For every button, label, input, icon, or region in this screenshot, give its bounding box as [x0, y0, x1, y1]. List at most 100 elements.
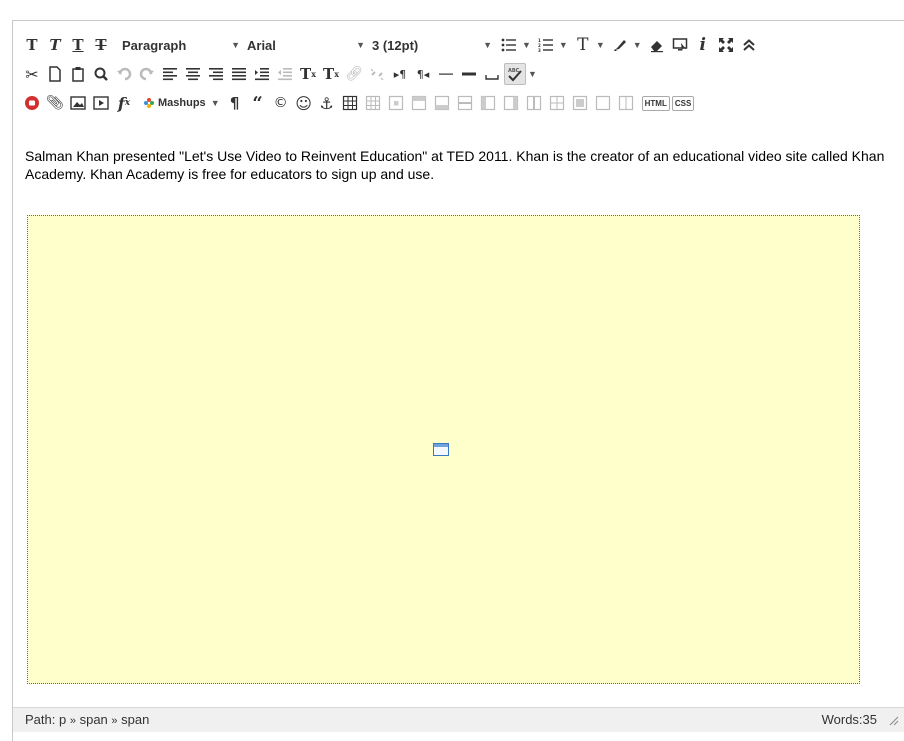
- subscript-icon[interactable]: Tx: [320, 63, 342, 85]
- status-bar: Path: p » span » span Words:35: [13, 707, 904, 732]
- anchor-icon[interactable]: ⚓: [316, 92, 338, 114]
- font-size-select[interactable]: 3 (12pt) ▼: [371, 33, 493, 57]
- toolbar-row-2: ✂ T x T x 🔗︎ ▸¶ ¶◂ ABC ▼: [21, 60, 893, 88]
- cell-box-icon[interactable]: [592, 92, 614, 114]
- unlink-icon[interactable]: [366, 63, 388, 85]
- undo-icon[interactable]: [113, 63, 135, 85]
- row-after-icon[interactable]: [431, 92, 453, 114]
- insert-image-icon[interactable]: [67, 92, 89, 114]
- collapse-toolbar-icon[interactable]: [738, 34, 760, 56]
- css-button[interactable]: CSS: [671, 95, 695, 111]
- font-size-value: 3 (12pt): [372, 37, 419, 53]
- indent-icon[interactable]: [251, 63, 273, 85]
- word-count-label: Words:: [821, 712, 863, 727]
- path-item-p[interactable]: p: [59, 712, 66, 727]
- superscript-icon[interactable]: Tx: [297, 63, 319, 85]
- font-family-select[interactable]: Arial ▼: [246, 33, 366, 57]
- cell-props-icon[interactable]: [385, 92, 407, 114]
- text-color-icon: T: [577, 35, 589, 55]
- link-icon[interactable]: 🔗︎: [343, 63, 365, 85]
- numbered-list-button[interactable]: 123 ▼: [535, 34, 568, 56]
- rich-text-editor: T T T T Paragraph ▼ Arial ▼ 3 (12pt) ▼ ▼: [12, 20, 904, 741]
- outdent-icon[interactable]: [274, 63, 296, 85]
- mashups-button[interactable]: Mashups ▼: [140, 92, 220, 114]
- text-color-button[interactable]: T ▼: [572, 34, 605, 56]
- editor-content[interactable]: Salman Khan presented "Let's Use Video t…: [25, 147, 885, 183]
- chevron-down-icon[interactable]: ▼: [522, 40, 531, 50]
- blockquote-icon[interactable]: “: [247, 92, 269, 114]
- attach-file-icon[interactable]: 📎︎: [44, 92, 66, 114]
- table-props-icon[interactable]: [362, 92, 384, 114]
- mashups-icon: [144, 98, 154, 108]
- chevron-down-icon[interactable]: ▼: [211, 98, 220, 108]
- toolbar-row-1: T T T T Paragraph ▼ Arial ▼ 3 (12pt) ▼ ▼: [21, 31, 893, 59]
- path-label: Path:: [25, 712, 56, 727]
- math-formula-icon[interactable]: fx: [113, 92, 135, 114]
- highlighter-icon: [609, 34, 631, 56]
- delete-row-icon[interactable]: [454, 92, 476, 114]
- paragraph-format-value: Paragraph: [122, 37, 187, 53]
- ltr-icon[interactable]: ▸¶: [389, 63, 411, 85]
- record-icon[interactable]: [21, 92, 43, 114]
- content-paragraph: Salman Khan presented "Let's Use Video t…: [25, 148, 885, 182]
- path-separator: »: [69, 715, 76, 727]
- strikethrough-icon[interactable]: T: [90, 34, 112, 56]
- insert-table-icon[interactable]: [339, 92, 361, 114]
- column-split-icon[interactable]: [615, 92, 637, 114]
- chevron-down-icon: ▼: [356, 40, 365, 50]
- chevron-down-icon[interactable]: ▼: [528, 69, 537, 79]
- align-justify-icon[interactable]: [228, 63, 250, 85]
- copyright-icon[interactable]: ©: [270, 92, 292, 114]
- spellcheck-button[interactable]: ABC ▼: [504, 63, 537, 85]
- paste-icon[interactable]: [67, 63, 89, 85]
- preview-icon[interactable]: [669, 34, 691, 56]
- path-item-span[interactable]: span: [80, 712, 108, 727]
- bullet-list-button[interactable]: ▼: [498, 34, 531, 56]
- chevron-down-icon[interactable]: ▼: [559, 40, 568, 50]
- resize-grip-icon[interactable]: [889, 716, 899, 726]
- emoticon-icon[interactable]: ☺: [293, 92, 315, 114]
- numbered-list-icon: 123: [535, 34, 557, 56]
- chevron-down-icon: ▼: [231, 40, 240, 50]
- nonbreaking-space-icon[interactable]: [481, 63, 503, 85]
- editor-toolbar: T T T T Paragraph ▼ Arial ▼ 3 (12pt) ▼ ▼: [21, 31, 893, 117]
- insert-media-icon[interactable]: [90, 92, 112, 114]
- horizontal-rule-icon[interactable]: [435, 63, 457, 85]
- paragraph-mark-icon[interactable]: ¶: [224, 92, 246, 114]
- rtl-icon[interactable]: ¶◂: [412, 63, 434, 85]
- copy-icon[interactable]: [44, 63, 66, 85]
- paragraph-format-select[interactable]: Paragraph ▼: [121, 33, 241, 57]
- word-count: Words:35: [822, 712, 877, 727]
- redo-icon[interactable]: [136, 63, 158, 85]
- fullscreen-icon[interactable]: [715, 34, 737, 56]
- cut-icon[interactable]: ✂: [21, 63, 43, 85]
- align-left-icon[interactable]: [159, 63, 181, 85]
- italic-icon[interactable]: T: [44, 34, 66, 56]
- find-icon[interactable]: [90, 63, 112, 85]
- delete-col-icon[interactable]: [523, 92, 545, 114]
- path-item-span[interactable]: span: [121, 712, 149, 727]
- font-family-value: Arial: [247, 37, 276, 53]
- split-cells-icon[interactable]: [546, 92, 568, 114]
- highlight-button[interactable]: ▼: [609, 34, 642, 56]
- eraser-icon[interactable]: [646, 34, 668, 56]
- spellcheck-icon: ABC: [504, 63, 526, 85]
- info-icon[interactable]: i: [692, 34, 714, 56]
- chevron-down-icon[interactable]: ▼: [596, 40, 605, 50]
- row-before-icon[interactable]: [408, 92, 430, 114]
- bullet-list-icon: [498, 34, 520, 56]
- align-center-icon[interactable]: [182, 63, 204, 85]
- media-embed-icon: [433, 443, 449, 456]
- align-right-icon[interactable]: [205, 63, 227, 85]
- element-path: Path: p » span » span: [25, 712, 149, 727]
- chevron-down-icon[interactable]: ▼: [633, 40, 642, 50]
- underline-icon[interactable]: T: [67, 34, 89, 56]
- bold-icon[interactable]: T: [21, 34, 43, 56]
- html-source-button[interactable]: HTML: [641, 95, 670, 111]
- col-before-icon[interactable]: [477, 92, 499, 114]
- merge-cells-icon[interactable]: [569, 92, 591, 114]
- col-after-icon[interactable]: [500, 92, 522, 114]
- embedded-video-placeholder[interactable]: [27, 215, 860, 684]
- thick-rule-icon[interactable]: [458, 63, 480, 85]
- svg-text:3: 3: [538, 48, 541, 52]
